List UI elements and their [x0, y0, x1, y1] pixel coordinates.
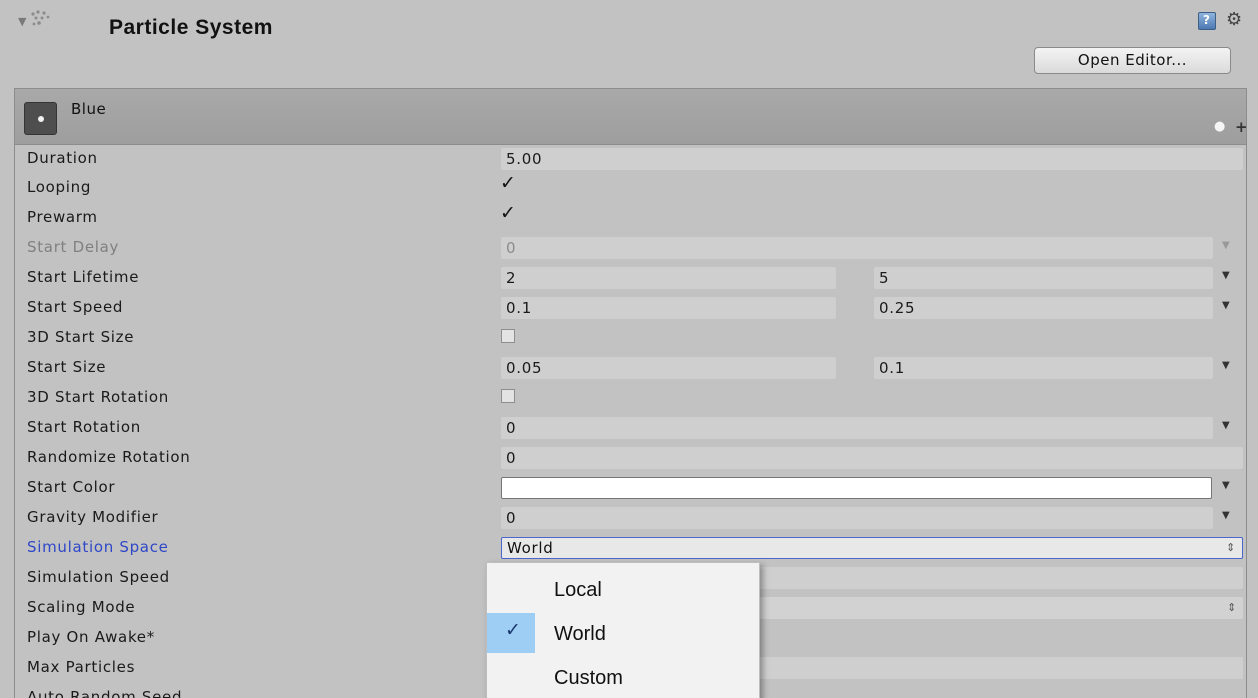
pin-icon[interactable]: ● — [1214, 119, 1225, 134]
property-row-start-speed: Start Speed 0.1 0.25 ▼ — [15, 294, 1246, 322]
property-row-3d-start-rotation: 3D Start Rotation — [15, 384, 1246, 412]
gradient-dropdown-icon[interactable]: ▼ — [1222, 480, 1230, 491]
property-label: Scaling Mode — [27, 598, 136, 616]
property-row-start-delay: Start Delay 0 ▼ — [15, 234, 1246, 262]
property-row-start-color: Start Color ▼ — [15, 474, 1246, 502]
start-speed-max-field[interactable]: 0.25 — [874, 297, 1213, 319]
select-arrows-icon: ⇕ — [1227, 601, 1237, 614]
property-row-start-size: Start Size 0.05 0.1 ▼ — [15, 354, 1246, 382]
curve-dropdown-icon[interactable]: ▼ — [1222, 300, 1230, 311]
property-label: Max Particles — [27, 658, 136, 676]
start-rotation-field[interactable]: 0 — [501, 417, 1213, 439]
property-row-prewarm: Prewarm ✓ — [15, 202, 1246, 232]
start-lifetime-max-field[interactable]: 5 — [874, 267, 1213, 289]
start-size-max-field[interactable]: 0.1 — [874, 357, 1213, 379]
dropdown-option-local[interactable]: Local — [487, 567, 759, 611]
open-editor-button[interactable]: Open Editor... — [1034, 47, 1231, 74]
component-header: ▼ Particle System ⚙ Open Editor... — [0, 0, 1258, 88]
particle-system-icon — [31, 10, 50, 26]
start-delay-field[interactable]: 0 — [501, 237, 1213, 259]
property-label: Start Lifetime — [27, 268, 140, 286]
start-lifetime-min-field[interactable]: 2 — [501, 267, 836, 289]
property-label: Start Color — [27, 478, 116, 496]
dropdown-option-world[interactable]: ✓ World — [487, 611, 759, 655]
system-name: Blue — [71, 100, 107, 118]
property-label: 3D Start Size — [27, 328, 135, 346]
property-label: Looping — [27, 178, 92, 196]
property-label: Start Rotation — [27, 418, 141, 436]
property-label: Gravity Modifier — [27, 508, 159, 526]
component-title: Particle System — [109, 16, 273, 39]
start-size-min-field[interactable]: 0.05 — [501, 357, 836, 379]
property-label: 3D Start Rotation — [27, 388, 169, 406]
prewarm-checkbox[interactable]: ✓ — [500, 202, 516, 224]
gear-icon[interactable]: ⚙ — [1226, 9, 1242, 30]
property-row-start-rotation: Start Rotation 0 ▼ — [15, 414, 1246, 442]
randomize-rotation-field[interactable]: 0 — [501, 447, 1243, 469]
particle-system-thumbnail-icon — [24, 102, 57, 135]
start-color-swatch[interactable] — [501, 477, 1212, 499]
looping-checkbox[interactable]: ✓ — [500, 172, 516, 194]
duration-field[interactable]: 5.00 — [501, 148, 1243, 170]
simulation-space-select[interactable]: World ⇕ — [501, 537, 1243, 559]
property-label: Simulation Speed — [27, 568, 170, 586]
property-row-gravity-modifier: Gravity Modifier 0 ▼ — [15, 504, 1246, 532]
property-label: Randomize Rotation — [27, 448, 191, 466]
curve-dropdown-icon[interactable]: ▼ — [1222, 270, 1230, 281]
property-label: Play On Awake* — [27, 628, 155, 646]
checkmark-icon: ✓ — [505, 619, 521, 641]
plus-icon[interactable]: + — [1235, 118, 1246, 136]
property-row-randomize-rotation: Randomize Rotation 0 — [15, 444, 1246, 472]
curve-dropdown-icon[interactable]: ▼ — [1222, 510, 1230, 521]
curve-dropdown-icon[interactable]: ▼ — [1222, 420, 1230, 431]
property-label: Start Delay — [27, 238, 120, 256]
option-label: World — [554, 623, 606, 645]
select-arrows-icon: ⇕ — [1226, 541, 1236, 554]
start-speed-min-field[interactable]: 0.1 — [501, 297, 836, 319]
simulation-space-dropdown-menu: Local ✓ World Custom — [486, 562, 760, 698]
simulation-space-value: World — [507, 539, 554, 557]
property-row-looping: Looping ✓ — [15, 172, 1246, 202]
3d-start-size-checkbox[interactable] — [501, 329, 515, 343]
option-label: Custom — [554, 667, 623, 689]
gravity-modifier-field[interactable]: 0 — [501, 507, 1213, 529]
foldout-arrow-icon[interactable]: ▼ — [18, 15, 26, 28]
curve-dropdown-icon[interactable]: ▼ — [1222, 360, 1230, 371]
option-label: Local — [554, 579, 602, 601]
property-row-simulation-space: Simulation Space World ⇕ — [15, 534, 1246, 562]
property-row-start-lifetime: Start Lifetime 2 5 ▼ — [15, 264, 1246, 292]
property-row-duration: Duration 5.00 — [15, 145, 1246, 173]
curve-dropdown-icon[interactable]: ▼ — [1222, 240, 1230, 251]
system-header[interactable]: Blue ● + — [15, 89, 1246, 145]
property-label: Simulation Space — [27, 538, 169, 556]
dropdown-option-custom[interactable]: Custom — [487, 655, 759, 698]
3d-start-rotation-checkbox[interactable] — [501, 389, 515, 403]
property-label: Start Speed — [27, 298, 124, 316]
property-row-3d-start-size: 3D Start Size — [15, 324, 1246, 352]
property-label: Duration — [27, 149, 98, 167]
help-book-icon[interactable] — [1198, 12, 1216, 30]
property-label: Prewarm — [27, 208, 98, 226]
property-label: Start Size — [27, 358, 107, 376]
property-label: Auto Random Seed — [27, 688, 183, 698]
